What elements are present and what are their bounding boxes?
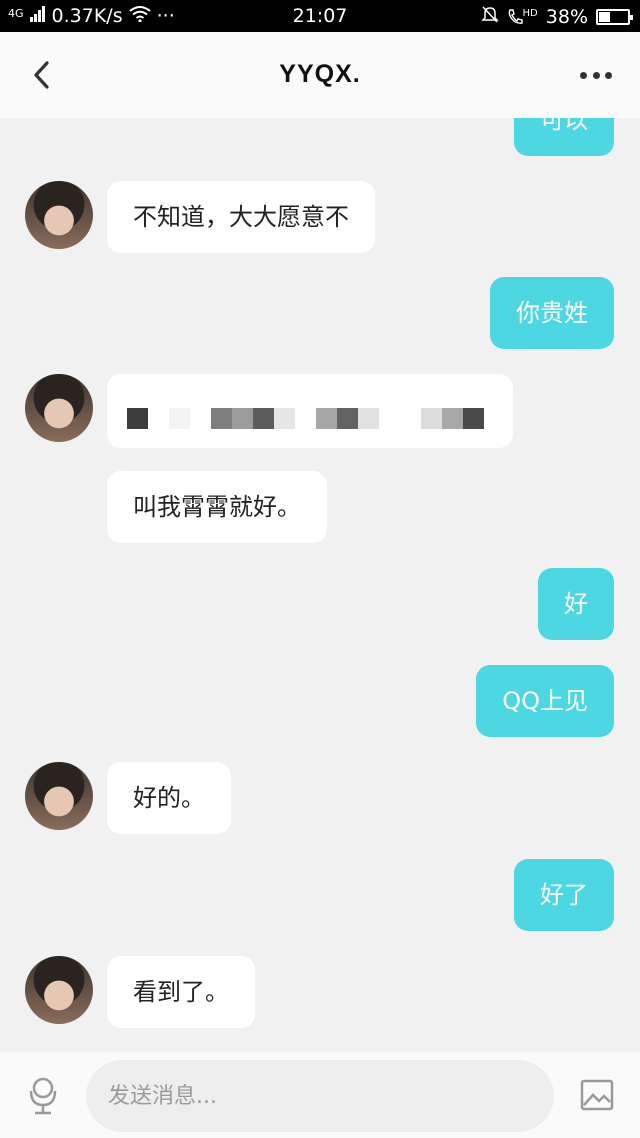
battery-icon — [596, 8, 633, 25]
outgoing-message: 你贵姓 — [490, 277, 614, 349]
image-button[interactable] — [580, 1079, 614, 1111]
hd-label: HD — [522, 7, 538, 19]
incoming-message: 叫我霄霄就好。 — [107, 471, 327, 543]
avatar[interactable] — [25, 956, 93, 1024]
dot-icon — [605, 71, 612, 79]
message-input[interactable] — [86, 1060, 554, 1132]
incoming-message: 不知道，大大愿意不 — [107, 181, 375, 253]
avatar[interactable] — [25, 374, 93, 442]
outgoing-message: 好 — [538, 568, 614, 640]
hd-call-icon: HD — [507, 8, 538, 26]
battery-percent: 38% — [545, 5, 588, 28]
status-bar: 4G 0.37K/s ··· 21:07 HD 38% — [0, 0, 640, 32]
dot-icon — [592, 71, 600, 79]
input-bar — [0, 1052, 640, 1138]
voice-button[interactable] — [26, 1076, 60, 1116]
mute-bell-icon — [480, 5, 499, 28]
pixelated-text — [127, 408, 484, 429]
message-list[interactable]: 可以 不知道，大大愿意不 你贵姓 叫我霄霄就好。 好 QQ上见 好的。 好了 看… — [0, 118, 640, 1052]
image-icon — [580, 1079, 614, 1111]
outgoing-message: 可以 — [514, 118, 614, 156]
chat-title: YYQX. — [279, 60, 361, 88]
dot-icon — [580, 71, 587, 79]
incoming-message-censored — [107, 374, 513, 448]
outgoing-message: 好了 — [514, 859, 614, 931]
chat-header: YYQX. — [0, 32, 640, 118]
outgoing-message: QQ上见 — [476, 665, 614, 737]
avatar[interactable] — [25, 181, 93, 249]
avatar[interactable] — [25, 762, 93, 830]
microphone-icon — [29, 1077, 57, 1115]
more-options-button[interactable] — [580, 60, 612, 90]
incoming-message: 好的。 — [107, 762, 231, 834]
incoming-message: 看到了。 — [107, 956, 255, 1028]
